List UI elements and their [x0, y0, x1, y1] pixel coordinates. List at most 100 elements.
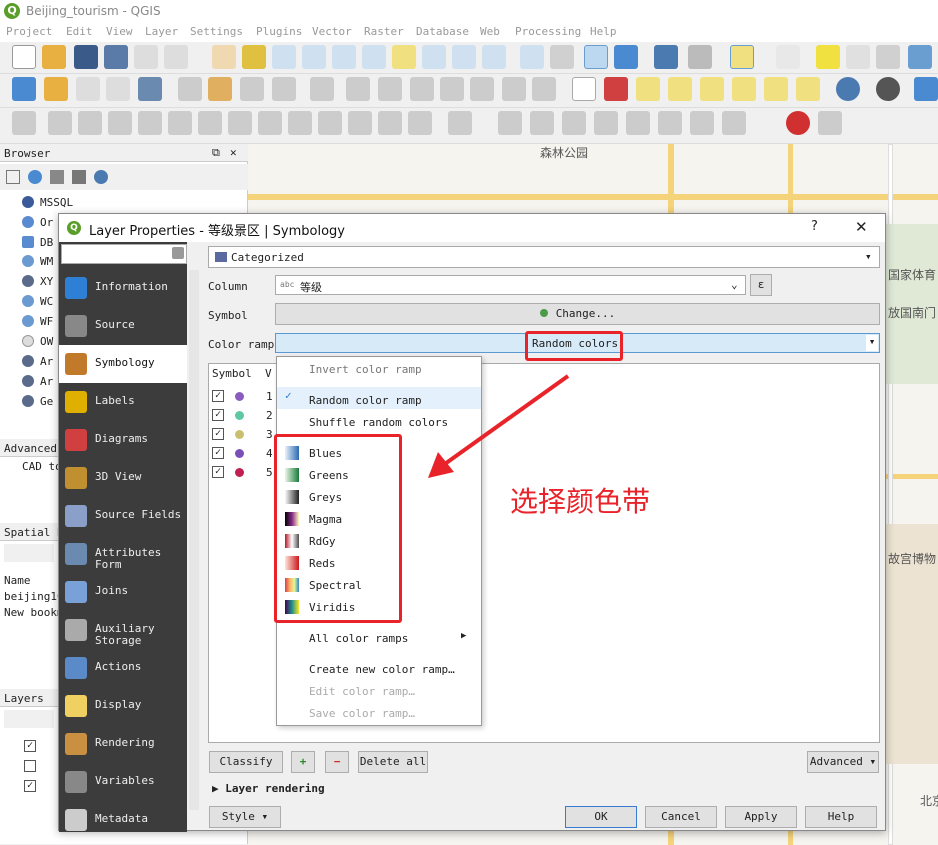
pan-to-selection-icon[interactable] — [242, 45, 266, 69]
temporal-icon[interactable] — [550, 45, 574, 69]
actions-icon[interactable] — [688, 45, 712, 69]
cancel-button[interactable]: Cancel — [645, 806, 717, 828]
apply-button[interactable]: Apply — [725, 806, 797, 828]
html-annotation-icon[interactable] — [722, 111, 746, 135]
menu-raster[interactable]: Raster — [364, 25, 404, 38]
advanced-button[interactable]: Advanced ▾ — [807, 751, 879, 773]
identify-icon[interactable] — [654, 45, 678, 69]
category-symbol[interactable] — [235, 468, 244, 477]
database-icon[interactable] — [836, 77, 860, 101]
browser-item[interactable]: WF — [8, 315, 53, 328]
float-icon[interactable]: ⧉ — [212, 146, 220, 160]
browser-item[interactable]: MSSQL — [8, 196, 73, 209]
add-selected-icon[interactable] — [6, 170, 20, 184]
sidebar-item-rendering[interactable]: Rendering — [59, 725, 187, 763]
show-labels-icon[interactable] — [668, 77, 692, 101]
zoom-full-icon[interactable] — [362, 45, 386, 69]
zoom-native-icon[interactable] — [332, 45, 356, 69]
current-edits-icon[interactable] — [178, 77, 202, 101]
menu-edit[interactable]: Edit — [66, 25, 93, 38]
column-select[interactable]: abc 等级 ⌄ — [275, 275, 746, 295]
pan-icon[interactable] — [212, 45, 236, 69]
classify-button[interactable]: Classify — [209, 751, 283, 773]
zoom-layer-icon[interactable] — [422, 45, 446, 69]
cut-icon[interactable] — [410, 77, 434, 101]
browser-item[interactable]: OW — [8, 335, 53, 348]
bookmark-item[interactable]: New bookm — [4, 606, 64, 619]
merge-icon[interactable] — [318, 111, 342, 135]
browser-item[interactable]: Or — [8, 216, 53, 229]
menu-plugins[interactable]: Plugins — [256, 25, 302, 38]
browser-item[interactable]: Ge — [8, 395, 53, 408]
rectangle-icon[interactable] — [626, 111, 650, 135]
merge-attributes-icon[interactable] — [348, 111, 372, 135]
category-symbol[interactable] — [235, 411, 244, 420]
sidebar-scrollbar[interactable] — [189, 270, 199, 810]
paste-icon[interactable] — [470, 77, 494, 101]
label-tool-icon[interactable] — [572, 77, 596, 101]
delete-icon[interactable] — [378, 77, 402, 101]
undo-icon[interactable] — [502, 77, 526, 101]
python-icon[interactable] — [914, 77, 938, 101]
open-project-icon[interactable] — [42, 45, 66, 69]
expression-button[interactable]: ε — [750, 274, 772, 296]
refresh-icon[interactable] — [614, 45, 638, 69]
fill-ring-icon[interactable] — [108, 111, 132, 135]
snapping-magnet-icon[interactable] — [786, 111, 810, 135]
menu-web[interactable]: Web — [480, 25, 500, 38]
change-symbol-button[interactable]: Change... — [275, 303, 880, 325]
menu-view[interactable]: View — [106, 25, 133, 38]
sidebar-item-variables[interactable]: Variables — [59, 763, 187, 801]
style-button[interactable]: Style ▾ — [209, 806, 281, 828]
advanced-digitizing-icon[interactable] — [12, 111, 36, 135]
snapping-tolerance-icon[interactable] — [818, 111, 842, 135]
collapse-icon[interactable] — [72, 170, 86, 184]
sidebar-search-input[interactable] — [61, 244, 187, 264]
browser-item[interactable]: XY — [8, 275, 53, 288]
menu-vector[interactable]: Vector — [312, 25, 352, 38]
toggle-editing-icon[interactable] — [208, 77, 232, 101]
save-as-icon[interactable] — [104, 45, 128, 69]
reshape-icon[interactable] — [198, 111, 222, 135]
menu-project[interactable]: Project — [6, 25, 52, 38]
add-delimited-icon[interactable] — [106, 77, 130, 101]
sidebar-item-labels[interactable]: Labels — [59, 383, 187, 421]
sidebar-item-actions[interactable]: Actions — [59, 649, 187, 687]
browser-item[interactable]: WC — [8, 295, 53, 308]
category-checkbox[interactable]: ✓ — [212, 409, 224, 421]
zoom-next-icon[interactable] — [482, 45, 506, 69]
deselect-icon[interactable] — [816, 45, 840, 69]
add-class-icon[interactable]: + — [291, 751, 315, 773]
shape-icon[interactable] — [530, 111, 554, 135]
sidebar-item-joins[interactable]: Joins — [59, 573, 187, 611]
sidebar-item-diagrams[interactable]: Diagrams — [59, 421, 187, 459]
new-geopackage-icon[interactable] — [44, 77, 68, 101]
category-checkbox[interactable]: ✓ — [212, 390, 224, 402]
category-checkbox[interactable]: ✓ — [212, 466, 224, 478]
text-annotation-icon[interactable] — [690, 111, 714, 135]
menu-database[interactable]: Database — [416, 25, 469, 38]
browser-item[interactable]: WM — [8, 255, 53, 268]
sidebar-item-auxiliary-storage[interactable]: Auxiliary Storage — [59, 611, 187, 649]
refresh-toggle-icon[interactable] — [584, 45, 608, 69]
help-button[interactable]: Help — [805, 806, 877, 828]
rotate-symbol-icon[interactable] — [378, 111, 402, 135]
menu-settings[interactable]: Settings — [190, 25, 243, 38]
layer-rendering-toggle[interactable]: ▶ Layer rendering — [212, 782, 325, 795]
plugin-icon[interactable] — [876, 77, 900, 101]
sidebar-item-display[interactable]: Display — [59, 687, 187, 725]
menu-layer[interactable]: Layer — [145, 25, 178, 38]
split-features-icon[interactable] — [258, 111, 282, 135]
trim-extend-icon[interactable] — [448, 111, 472, 135]
select-by-value-icon[interactable] — [776, 45, 800, 69]
remove-class-icon[interactable]: − — [325, 751, 349, 773]
offset-curve-icon[interactable] — [228, 111, 252, 135]
clear-icon[interactable] — [172, 247, 184, 259]
copy-icon[interactable] — [440, 77, 464, 101]
help-icon[interactable]: ? — [811, 219, 818, 234]
regular-polygon-icon[interactable] — [658, 111, 682, 135]
vertex-tool-icon[interactable] — [310, 77, 334, 101]
menu-processing[interactable]: Processing — [515, 25, 581, 38]
close-icon[interactable]: ✕ — [230, 146, 237, 159]
category-checkbox[interactable]: ✓ — [212, 428, 224, 440]
